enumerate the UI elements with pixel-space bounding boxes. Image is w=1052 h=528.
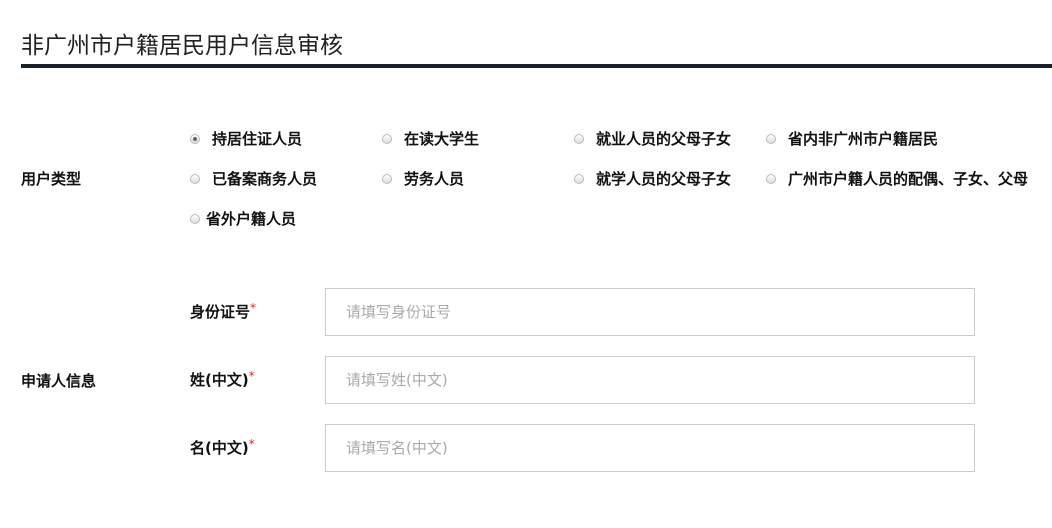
radio-label: 就学人员的父母子女 [596,170,732,188]
title-divider [21,64,1052,68]
radio-icon[interactable] [574,173,584,184]
given-name-label: 名(中文)* [190,437,255,458]
radio-icon[interactable] [382,173,392,184]
radio-label: 劳务人员 [404,170,465,188]
radio-icon[interactable] [190,213,200,224]
radio-icon[interactable] [574,133,584,144]
radio-icon[interactable] [382,133,392,144]
radio-option-4[interactable]: 已备案商务人员 [190,168,317,189]
required-marker: * [248,369,255,383]
field-label-text: 名(中文) [190,439,249,457]
radio-option-6[interactable]: 就学人员的父母子女 [574,168,731,189]
surname-input[interactable] [325,356,975,404]
radio-icon[interactable] [766,133,776,144]
field-label-text: 身份证号 [190,303,251,321]
given-name-input[interactable] [325,424,975,472]
user-type-label: 用户类型 [21,170,82,188]
applicant-info-label: 申请人信息 [21,372,97,390]
radio-option-1[interactable]: 在读大学生 [382,128,479,149]
radio-icon[interactable] [766,173,776,184]
radio-label: 广州市户籍人员的配偶、子女、父母 [788,170,1029,188]
radio-label: 在读大学生 [404,130,480,148]
field-label-text: 姓(中文) [190,371,249,389]
required-marker: * [248,437,255,451]
page-title: 非广州市户籍居民用户信息审核 [21,33,343,59]
id-number-input[interactable] [325,288,975,336]
radio-icon[interactable] [190,173,200,184]
radio-option-3[interactable]: 省内非广州市户籍居民 [766,128,938,149]
radio-option-2[interactable]: 就业人员的父母子女 [574,128,731,149]
radio-label: 省内非广州市户籍居民 [788,130,939,148]
surname-label: 姓(中文)* [190,369,255,390]
radio-label: 持居住证人员 [212,130,303,148]
radio-label: 已备案商务人员 [212,170,318,188]
radio-checked-icon[interactable] [190,133,200,144]
radio-option-8[interactable]: 省外户籍人员 [190,208,296,229]
required-marker: * [250,301,257,315]
id-number-label: 身份证号* [190,301,256,322]
radio-label: 就业人员的父母子女 [596,130,732,148]
radio-option-5[interactable]: 劳务人员 [382,168,464,189]
radio-label: 省外户籍人员 [206,210,297,228]
radio-option-7[interactable]: 广州市户籍人员的配偶、子女、父母 [766,168,1028,189]
radio-option-0[interactable]: 持居住证人员 [190,128,302,149]
